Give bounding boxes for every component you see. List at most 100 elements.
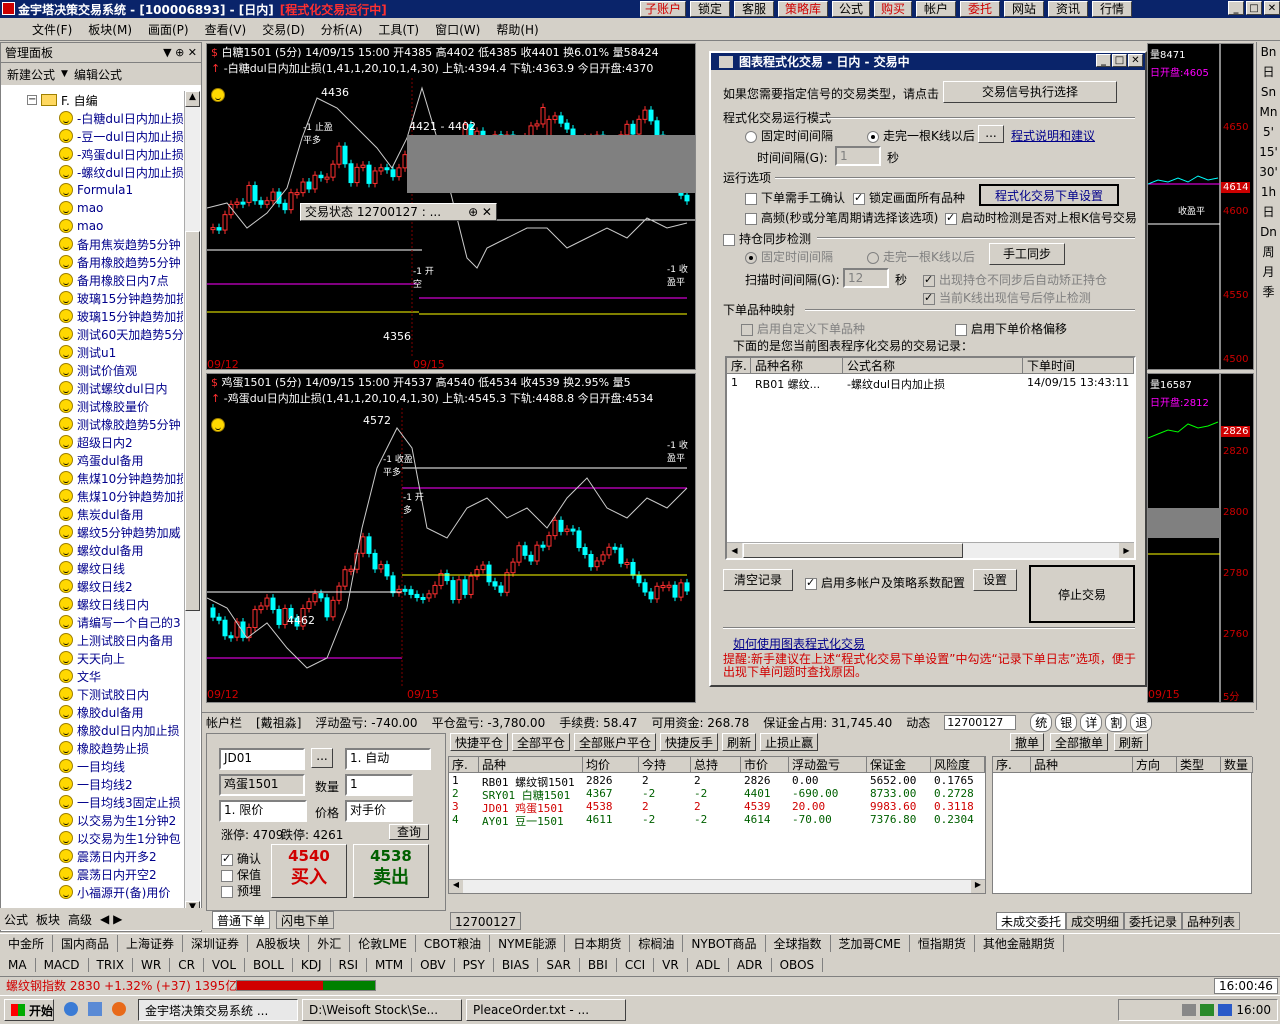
tree-item[interactable]: 下测试胶日内 (1, 685, 183, 703)
indicator-tab[interactable]: MACD (36, 958, 89, 972)
positions-cell[interactable]: 4539 (741, 800, 771, 813)
trade-status-popup[interactable]: 交易状态 12700127 : ... ⊕ ✕ (300, 203, 497, 221)
account-mini-button[interactable]: 统 (1030, 713, 1053, 732)
tree-item[interactable]: -螺纹dul日内加止损 (1, 163, 183, 181)
quick-button[interactable]: 锁定 (690, 1, 730, 17)
scroll-left-icon[interactable]: ◀ (727, 543, 742, 558)
positions-column-header[interactable]: 今持 (639, 757, 691, 773)
account-mini-button[interactable]: 详 (1080, 713, 1103, 732)
buy-button[interactable]: 4540 买入 (271, 844, 347, 898)
desktop-icon[interactable] (87, 1001, 102, 1016)
positions-cell[interactable]: 8733.00 (867, 787, 916, 800)
account-tab[interactable]: 12700127 (450, 912, 522, 930)
sync-auto-checkbox[interactable]: 出现持仓不同步后自动矫正持仓 (923, 271, 1107, 288)
period-button[interactable]: 日 (1257, 202, 1280, 222)
tree-item[interactable]: 震荡日内开空2 (1, 865, 183, 883)
tree-item[interactable]: 一目均线 (1, 757, 183, 775)
orders-column-header[interactable]: 方向 (1133, 757, 1177, 773)
market-tab[interactable]: 外汇 (309, 935, 351, 952)
quick-button[interactable]: 资讯 (1048, 1, 1088, 17)
period-button[interactable]: Dn (1257, 222, 1280, 242)
new-formula-button[interactable]: 新建公式 (7, 66, 55, 83)
market-tab[interactable]: 伦敦LME (350, 935, 416, 952)
tree-item[interactable]: 备用橡胶趋势5分钟 (1, 253, 183, 271)
price-type-select[interactable]: 1. 限价 (219, 800, 307, 822)
tree-item[interactable]: 橡胶趋势止损 (1, 739, 183, 757)
indicator-tab[interactable]: OBOS (772, 958, 824, 972)
close-icon[interactable]: ⊕ ✕ (468, 204, 492, 220)
tree-item[interactable]: 螺纹日线日内 (1, 595, 183, 613)
positions-cell[interactable]: 0.2728 (931, 787, 974, 800)
tree-scrollbar[interactable]: ▲ ▼ (184, 91, 200, 917)
positions-toolbar-button[interactable]: 快捷反手 (660, 733, 719, 751)
positions-cell[interactable]: JD01 鸡蛋1501 (479, 800, 564, 815)
indicator-tab[interactable]: OBV (412, 958, 455, 972)
order-tab[interactable]: 闪电下单 (276, 911, 335, 929)
orders-tab[interactable]: 未成交委托 (996, 912, 1067, 930)
menu-item[interactable]: 交易(D) (254, 21, 313, 38)
maximize-icon[interactable]: □ (1246, 1, 1262, 15)
howto-link[interactable]: 如何使用图表程式化交易 (733, 635, 865, 652)
positions-cell[interactable]: -70.00 (789, 813, 832, 826)
records-column-header[interactable]: 序. (727, 358, 751, 374)
positions-cell[interactable]: 2 (639, 800, 649, 813)
tree-item[interactable]: 以交易为生1分钟2 (1, 811, 183, 829)
orders-tab[interactable]: 委托记录 (1124, 912, 1183, 930)
tree-item[interactable]: 超级日内2 (1, 433, 183, 451)
positions-column-header[interactable]: 浮动盈亏 (789, 757, 867, 773)
menu-item[interactable]: 画面(P) (140, 21, 197, 38)
market-tab[interactable]: 其他金融期货 (975, 935, 1064, 952)
positions-cell[interactable]: 4 (449, 813, 459, 826)
positions-cell[interactable]: 2 (691, 800, 701, 813)
quick-button[interactable]: 网站 (1004, 1, 1044, 17)
query-button[interactable]: 查询 (389, 824, 429, 840)
positions-cell[interactable]: 4538 (583, 800, 613, 813)
tray-icon[interactable] (1182, 1004, 1197, 1016)
minimize-icon[interactable]: _ (1096, 54, 1111, 67)
positions-cell[interactable]: 4401 (741, 787, 771, 800)
orders-column-header[interactable]: 品种 (1031, 757, 1133, 773)
interval-input[interactable]: 1 (835, 146, 881, 166)
mode-fixed-radio[interactable]: 固定时间间隔 (745, 127, 833, 144)
orders-tab[interactable]: 品种列表 (1182, 912, 1241, 930)
positions-cell[interactable]: 2826 (583, 774, 613, 787)
hedge-checkbox[interactable]: 保值 (221, 866, 261, 883)
tree-item[interactable]: 一目均线3固定止损 (1, 793, 183, 811)
tree-item[interactable]: 橡胶dul日内加止损 (1, 721, 183, 739)
market-tab[interactable]: NYBOT商品 (683, 935, 766, 952)
positions-cell[interactable]: AY01 豆一1501 (479, 813, 564, 828)
tray-icon[interactable] (1200, 1004, 1215, 1016)
panel-controls[interactable]: ▼ ⊕ ✕ (163, 46, 201, 59)
tree-item[interactable]: 玻璃15分钟趋势加损 (1, 289, 183, 307)
indicator-tab[interactable]: VR (654, 958, 688, 972)
tree-item[interactable]: 文华 (1, 667, 183, 685)
close-icon[interactable]: ✕ (1264, 1, 1280, 15)
taskbar-task[interactable]: D:\Weisoft Stock\Se... (302, 999, 462, 1021)
chart-bottom-right[interactable]: 量16587 日开盘:2812 09/15 (1147, 373, 1220, 703)
dropdown-icon[interactable]: ▼ (61, 69, 68, 79)
chart-top-right[interactable]: 量8471 日开盘:4605 收盈平 (1147, 43, 1220, 370)
market-tab[interactable]: 恒指期货 (910, 935, 975, 952)
positions-cell[interactable]: 4367 (583, 787, 613, 800)
clear-records-button[interactable]: 清空记录 (723, 569, 793, 591)
positions-cell[interactable]: -2 (691, 787, 707, 800)
indicator-tab[interactable]: ADL (688, 958, 729, 972)
orders-toolbar-button[interactable]: 刷新 (1114, 733, 1149, 751)
qty-input[interactable]: 1 (345, 774, 413, 796)
map-custom-checkbox[interactable]: 启用自定义下单品种 (741, 320, 865, 337)
positions-toolbar-button[interactable]: 快捷平仓 (450, 733, 509, 751)
tree-item[interactable]: -鸡蛋dul日内加止损 (1, 145, 183, 163)
positions-column-header[interactable]: 总持 (691, 757, 741, 773)
indicator-tab[interactable]: PSY (455, 958, 494, 972)
period-button[interactable]: Sn (1257, 82, 1280, 102)
records-column-header[interactable]: 下单时间 (1023, 358, 1134, 374)
market-tab[interactable]: 上海证券 (118, 935, 184, 952)
positions-cell[interactable]: -2 (639, 787, 655, 800)
period-button[interactable]: 日 (1257, 62, 1280, 82)
positions-cell[interactable]: RB01 螺纹钢1501 (479, 774, 575, 789)
positions-cell[interactable]: 9983.60 (867, 800, 916, 813)
market-tab[interactable]: CBOT粮油 (416, 935, 491, 952)
tree-item[interactable]: 请编写一个自己的3 (1, 613, 183, 631)
indicator-tab[interactable]: KDJ (293, 958, 331, 972)
indicator-tab[interactable]: RSI (331, 958, 368, 972)
